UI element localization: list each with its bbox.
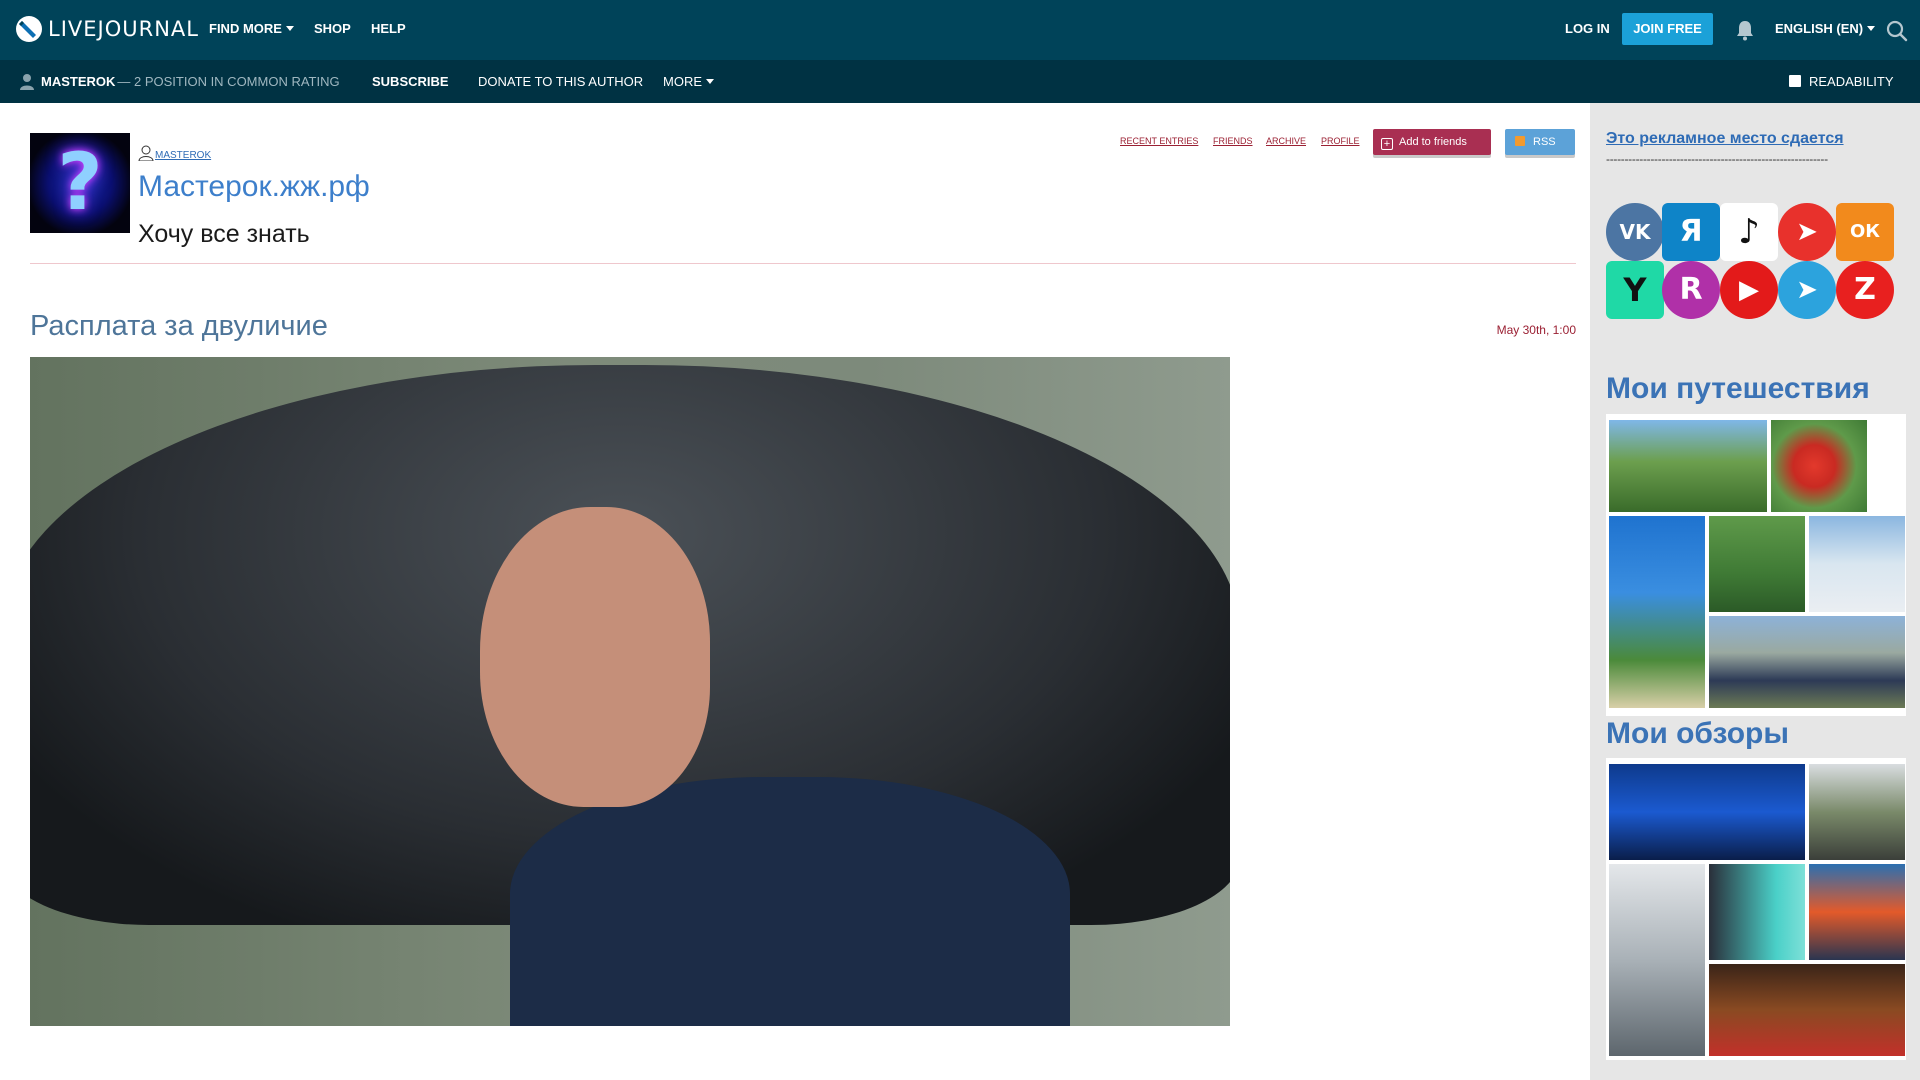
travel-section-title[interactable]: Мои путешествия — [1606, 372, 1870, 406]
nav-help[interactable]: HELP — [371, 0, 406, 60]
journal-subtitle: Хочу все знать — [138, 220, 310, 248]
travel-photo[interactable] — [1771, 420, 1867, 512]
journal-username[interactable]: MASTEROK — 2 POSITION IN COMMON RATING — [41, 60, 340, 103]
readability-label: READABILITY — [1809, 74, 1894, 89]
livejournal-logo-icon — [16, 16, 42, 42]
travel-photo[interactable] — [1709, 616, 1905, 708]
review-photo[interactable] — [1709, 964, 1905, 1056]
language-selector[interactable]: ENGLISH (EN) — [1775, 0, 1876, 60]
telegram-arrow-icon[interactable]: ➤ — [1778, 203, 1836, 261]
rss-label: RSS — [1533, 136, 1556, 148]
nav-shop[interactable]: SHOP — [314, 0, 351, 60]
add-to-friends-button[interactable]: + Add to friends — [1373, 129, 1491, 155]
travel-photo[interactable] — [1709, 516, 1805, 612]
rutube-icon[interactable]: R — [1662, 261, 1720, 319]
yandex-zen-icon[interactable]: Я — [1662, 203, 1720, 261]
friends-link[interactable]: FRIENDS — [1213, 136, 1253, 146]
review-photo[interactable] — [1609, 764, 1805, 860]
journal-avatar[interactable]: ? — [30, 133, 130, 233]
review-photo[interactable] — [1709, 864, 1805, 960]
chevron-down-icon — [706, 79, 714, 84]
donate-label: DONATE TO THIS AUTHOR — [478, 74, 644, 89]
owner-link[interactable]: MASTEROK — [138, 145, 211, 161]
rss-button[interactable]: RSS — [1505, 129, 1575, 155]
ad-space-link[interactable]: Это рекламное место сдается — [1606, 130, 1844, 148]
journal-subbar: MASTEROK — 2 POSITION IN COMMON RATING SU… — [0, 60, 1920, 103]
language-label: ENGLISH (EN) — [1775, 21, 1864, 36]
subscribe-label: SUBSCRIBE — [372, 74, 449, 89]
search-icon[interactable] — [1886, 20, 1908, 42]
question-mark-icon: ? — [57, 138, 103, 228]
readability-toggle[interactable]: READABILITY — [1809, 60, 1894, 103]
nav-shop-label: SHOP — [314, 21, 351, 36]
chevron-down-icon — [1867, 26, 1876, 31]
plus-icon: + — [1381, 138, 1393, 150]
reviews-gallery — [1606, 758, 1906, 1060]
login-button[interactable]: LOG IN — [1565, 0, 1610, 60]
post-title[interactable]: Расплата за двуличие — [30, 310, 328, 343]
review-photo[interactable] — [1609, 864, 1705, 1056]
ad-dashes: ----------------------------------------… — [1606, 152, 1828, 166]
owner-name: MASTEROK — [155, 150, 212, 161]
face-shape — [480, 507, 710, 807]
nav-help-label: HELP — [371, 21, 406, 36]
header-divider — [30, 263, 1576, 264]
login-label: LOG IN — [1565, 21, 1610, 36]
join-free-label: JOIN FREE — [1633, 21, 1702, 36]
user-icon — [138, 145, 154, 161]
travel-gallery — [1606, 414, 1906, 716]
review-photo[interactable] — [1809, 864, 1905, 960]
donate-button[interactable]: DONATE TO THIS AUTHOR — [478, 60, 643, 103]
journal-title[interactable]: Мастерок.жж.рф — [138, 170, 370, 204]
review-photo[interactable] — [1809, 764, 1905, 860]
bell-icon[interactable] — [1735, 19, 1755, 41]
username-label: MASTEROK — [41, 74, 116, 89]
nav-find-more-label: FIND MORE — [209, 21, 282, 36]
join-free-button[interactable]: JOIN FREE — [1622, 13, 1713, 45]
telegram-icon[interactable]: ➤ — [1778, 261, 1836, 319]
livejournal-logo[interactable]: LIVEJOURNAL — [14, 14, 199, 44]
user-icon — [20, 74, 34, 90]
post-date[interactable]: May 30th, 1:00 — [1481, 323, 1576, 337]
more-label: MORE — [663, 74, 702, 89]
top-navbar: LIVEJOURNAL FIND MORE SHOP HELP LOG IN J… — [0, 0, 1920, 60]
profile-link[interactable]: PROFILE — [1321, 136, 1360, 146]
tiktok-icon[interactable]: ♪ — [1720, 203, 1778, 261]
rss-icon — [1515, 136, 1525, 146]
yappy-icon[interactable]: Y — [1606, 261, 1664, 319]
zen-icon[interactable]: Z — [1836, 261, 1894, 319]
archive-link[interactable]: ARCHIVE — [1266, 136, 1306, 146]
recent-entries-link[interactable]: RECENT ENTRIES — [1120, 136, 1198, 146]
nav-find-more[interactable]: FIND MORE — [209, 0, 294, 60]
travel-photo[interactable] — [1609, 420, 1767, 512]
vk-icon[interactable]: VK — [1606, 203, 1664, 261]
suit-shape — [510, 777, 1070, 1026]
post-image[interactable] — [30, 357, 1230, 1026]
travel-photo[interactable] — [1609, 516, 1705, 708]
rating-text: — 2 POSITION IN COMMON RATING — [117, 74, 340, 89]
reviews-section-title[interactable]: Мои обзоры — [1606, 717, 1789, 751]
chevron-down-icon — [285, 26, 294, 31]
add-to-friends-label: Add to friends — [1399, 136, 1467, 148]
youtube-icon[interactable]: ▶ — [1720, 261, 1778, 319]
subscribe-button[interactable]: SUBSCRIBE — [372, 60, 449, 103]
readability-checkbox[interactable] — [1789, 75, 1801, 87]
travel-photo[interactable] — [1809, 516, 1905, 612]
odnoklassniki-icon[interactable]: ОК — [1836, 203, 1894, 261]
logo-text: LIVEJOURNAL — [48, 17, 199, 41]
more-menu[interactable]: MORE — [663, 60, 714, 103]
